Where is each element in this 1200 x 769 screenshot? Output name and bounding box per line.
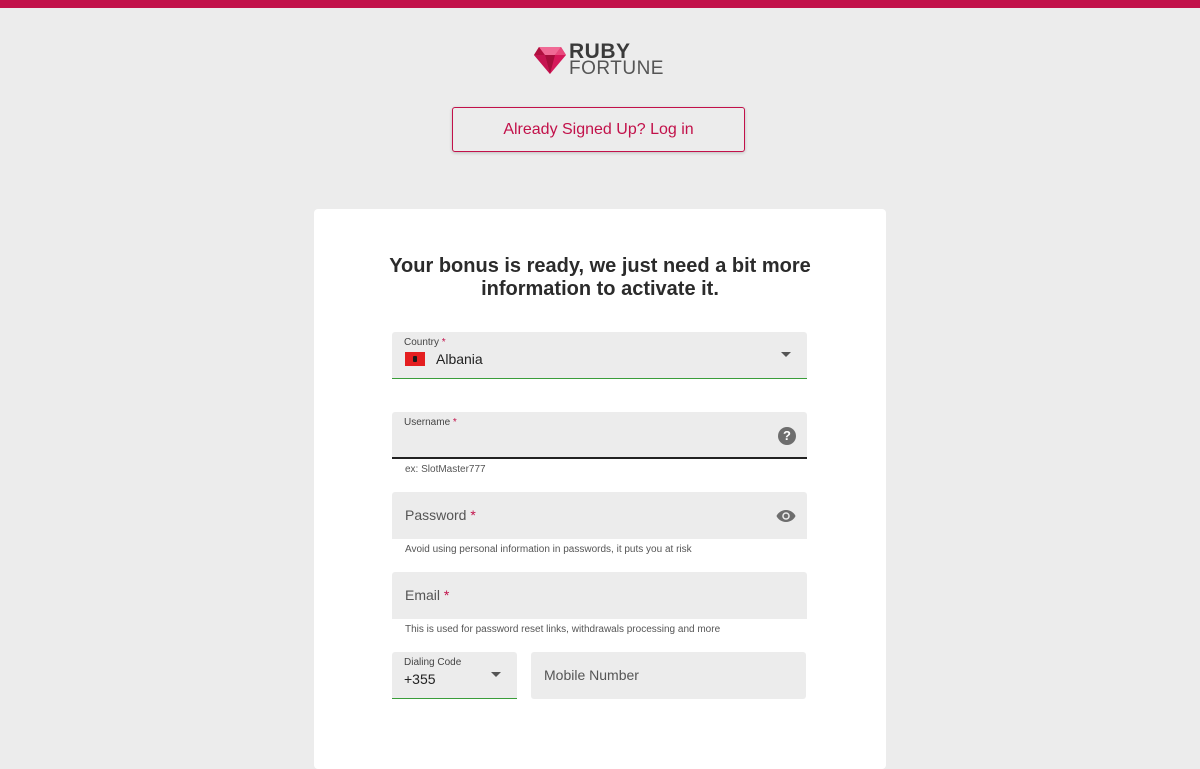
logo-text-fortune: FORTUNE (569, 58, 664, 79)
country-label: Country * (404, 337, 446, 348)
username-helper: ex: SlotMaster777 (405, 464, 486, 475)
mobile-placeholder: Mobile Number (544, 667, 639, 683)
dialing-code-value: +355 (404, 671, 436, 687)
help-icon[interactable]: ? (778, 427, 796, 445)
form-heading-line1: Your bonus is ready, we just need a bit … (389, 255, 811, 277)
password-helper: Avoid using personal information in pass… (405, 544, 692, 555)
dialing-code-label: Dialing Code (404, 657, 462, 668)
password-field[interactable]: Password * (392, 492, 807, 539)
mobile-number-field[interactable]: Mobile Number (531, 652, 806, 699)
email-field[interactable]: Email * (392, 572, 807, 619)
ruby-gem-icon (534, 47, 566, 74)
login-button[interactable]: Already Signed Up? Log in (452, 107, 745, 152)
dialing-code-select[interactable]: Dialing Code +355 (392, 652, 517, 699)
chevron-down-icon[interactable] (491, 672, 501, 677)
eye-icon[interactable] (776, 509, 796, 523)
form-heading-line2: information to activate it. (481, 278, 719, 300)
email-helper: This is used for password reset links, w… (405, 624, 721, 635)
username-field[interactable]: Username * ? (392, 412, 807, 459)
country-value: Albania (436, 351, 483, 367)
signup-card: Your bonus is ready, we just need a bit … (314, 209, 886, 769)
chevron-down-icon[interactable] (781, 352, 791, 357)
username-label: Username * (404, 417, 457, 428)
top-accent-bar (0, 0, 1200, 8)
country-select[interactable]: Country * Albania (392, 332, 807, 379)
email-placeholder: Email * (405, 587, 450, 603)
albania-flag-icon (405, 352, 425, 366)
ruby-fortune-logo[interactable]: RUBY FORTUNE (534, 41, 674, 79)
form-heading: Your bonus is ready, we just need a bit … (314, 255, 886, 301)
password-placeholder: Password * (405, 507, 476, 523)
